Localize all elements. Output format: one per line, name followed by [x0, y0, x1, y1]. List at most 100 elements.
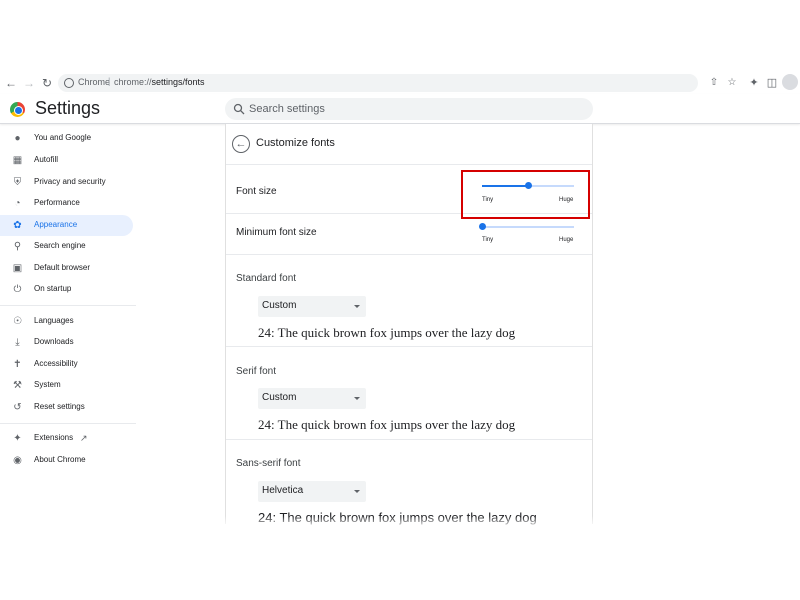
search-icon: ⚲ — [13, 241, 22, 252]
dropdown-arrow-icon — [354, 397, 360, 400]
sidebar: ● You and Google ▦ Autofill ⛨ Privacy an… — [0, 128, 140, 528]
browser-window-icon: ▣ — [12, 263, 23, 274]
back-button[interactable]: ← — [232, 135, 250, 153]
dropdown-value: Custom — [262, 392, 297, 403]
forward-arrow-icon[interactable]: → — [22, 76, 36, 90]
serif-font-label: Serif font — [236, 366, 277, 377]
profile-avatar[interactable] — [782, 74, 798, 90]
search-icon — [233, 103, 245, 115]
sidebar-item-label: Languages — [34, 316, 74, 325]
sans-serif-font-dropdown[interactable]: Helvetica — [258, 481, 366, 502]
star-icon[interactable]: ☆ — [726, 77, 738, 89]
font-size-label: Font size — [236, 186, 277, 197]
sidebar-item-languages[interactable]: ☉ Languages — [0, 311, 133, 332]
sidebar-item-label: Performance — [34, 198, 80, 207]
sidebar-item-autofill[interactable]: ▦ Autofill — [0, 150, 133, 171]
url-text[interactable]: chrome://settings/fonts — [114, 77, 205, 87]
shield-icon: ⛨ — [13, 177, 22, 188]
extensions-icon[interactable]: ✦ — [747, 76, 761, 90]
sidebar-item-label: Appearance — [34, 220, 78, 229]
power-icon: ⏻ — [13, 284, 22, 295]
min-font-size-slider[interactable] — [479, 222, 574, 232]
sidebar-item-label: Privacy and security — [34, 177, 106, 186]
highlight-box — [461, 170, 590, 219]
row-divider — [226, 346, 592, 347]
min-font-size-min-label: Tiny — [482, 237, 494, 243]
row-divider — [226, 439, 592, 440]
dropdown-arrow-icon — [354, 490, 360, 493]
back-arrow-icon[interactable]: ← — [4, 76, 18, 90]
sidebar-item-label: Default browser — [34, 263, 91, 272]
speedometer-icon: ◔ — [14, 198, 21, 209]
dropdown-arrow-icon — [354, 305, 360, 308]
sidebar-divider — [0, 305, 136, 306]
sidebar-item-label: Downloads — [34, 337, 74, 346]
sidebar-item-on-startup[interactable]: ⏻ On startup — [0, 279, 133, 300]
clipboard-icon: ▦ — [12, 155, 23, 166]
standard-font-label: Standard font — [236, 273, 297, 284]
min-font-size-label: Minimum font size — [236, 227, 317, 238]
url-separator: | — [108, 76, 111, 86]
row-divider — [226, 254, 592, 255]
serif-font-dropdown[interactable]: Custom — [258, 388, 366, 409]
sidebar-item-label: Autofill — [34, 155, 59, 164]
external-link-icon: ↗ — [80, 433, 88, 443]
standard-font-sample: 24: The quick brown fox jumps over the l… — [258, 325, 516, 340]
sidebar-item-extensions[interactable]: ✦ Extensions ↗ — [0, 428, 133, 449]
puzzle-icon: ✦ — [13, 433, 22, 444]
search-box[interactable] — [225, 98, 593, 120]
history-icon: ↺ — [13, 402, 22, 413]
sidebar-item-label: Search engine — [34, 241, 86, 250]
browser-toolbar: ← → ↻ Chrome | chrome://settings/fonts ⇧… — [0, 72, 800, 94]
sans-serif-font-label: Sans-serif font — [236, 458, 301, 469]
sidebar-item-label: System — [34, 380, 61, 389]
url-prefix: chrome:// — [114, 77, 152, 87]
bottom-fade — [0, 516, 800, 528]
sidebar-item-label: Accessibility — [34, 359, 78, 368]
sidebar-item-about-chrome[interactable]: ◉ About Chrome — [0, 450, 133, 471]
sidebar-item-appearance[interactable]: ✿ Appearance — [0, 215, 133, 236]
sidebar-item-label: Reset settings — [34, 402, 85, 411]
slider-track — [482, 226, 574, 228]
sidebar-item-label: On startup — [34, 284, 72, 293]
search-input[interactable] — [249, 98, 579, 120]
wrench-icon: ⚒ — [13, 380, 22, 391]
dropdown-value: Custom — [262, 300, 297, 311]
sidebar-divider — [0, 423, 136, 424]
accessibility-icon: ✝ — [13, 359, 22, 370]
sidebar-item-label: About Chrome — [34, 455, 86, 464]
sidebar-item-accessibility[interactable]: ✝ Accessibility — [0, 354, 133, 375]
serif-font-sample: 24: The quick brown fox jumps over the l… — [258, 417, 516, 432]
sidebar-item-you-and-google[interactable]: ● You and Google — [0, 128, 133, 149]
person-icon: ● — [14, 133, 21, 144]
sidebar-item-performance[interactable]: ◔ Performance — [0, 193, 133, 214]
settings-header: Settings — [0, 94, 800, 124]
sidebar-item-system[interactable]: ⚒ System — [0, 375, 133, 396]
dropdown-value: Helvetica — [262, 485, 304, 496]
reload-icon[interactable]: ↻ — [40, 76, 54, 90]
download-icon: ⤓ — [15, 337, 20, 348]
sidebar-item-search-engine[interactable]: ⚲ Search engine — [0, 236, 133, 257]
chrome-site-icon[interactable] — [64, 78, 74, 88]
row-divider — [226, 164, 592, 165]
sidebar-item-downloads[interactable]: ⤓ Downloads — [0, 332, 133, 353]
sidebar-item-default-browser[interactable]: ▣ Default browser — [0, 258, 133, 279]
chrome-logo-icon — [10, 102, 25, 117]
palette-icon: ✿ — [13, 220, 22, 231]
share-icon[interactable]: ⇧ — [708, 77, 720, 89]
chrome-icon: ◉ — [13, 455, 22, 466]
globe-icon: ☉ — [13, 316, 22, 327]
standard-font-dropdown[interactable]: Custom — [258, 296, 366, 317]
sidebar-item-label: Extensions — [34, 433, 74, 442]
sidebar-item-privacy[interactable]: ⛨ Privacy and security — [0, 172, 133, 193]
site-chip: Chrome — [78, 77, 111, 87]
address-bar[interactable]: Chrome | chrome://settings/fonts ⇧ ☆ — [58, 74, 736, 92]
page-title: Settings — [35, 98, 101, 118]
card-title: Customize fonts — [256, 137, 335, 149]
min-font-size-max-label: Huge — [559, 237, 574, 243]
sidebar-item-label: You and Google — [34, 133, 92, 142]
sidebar-item-reset-settings[interactable]: ↺ Reset settings — [0, 397, 133, 418]
slider-thumb[interactable] — [479, 223, 486, 230]
url-path: settings/fonts — [151, 77, 205, 87]
side-panel-icon[interactable]: ◫ — [765, 76, 779, 90]
